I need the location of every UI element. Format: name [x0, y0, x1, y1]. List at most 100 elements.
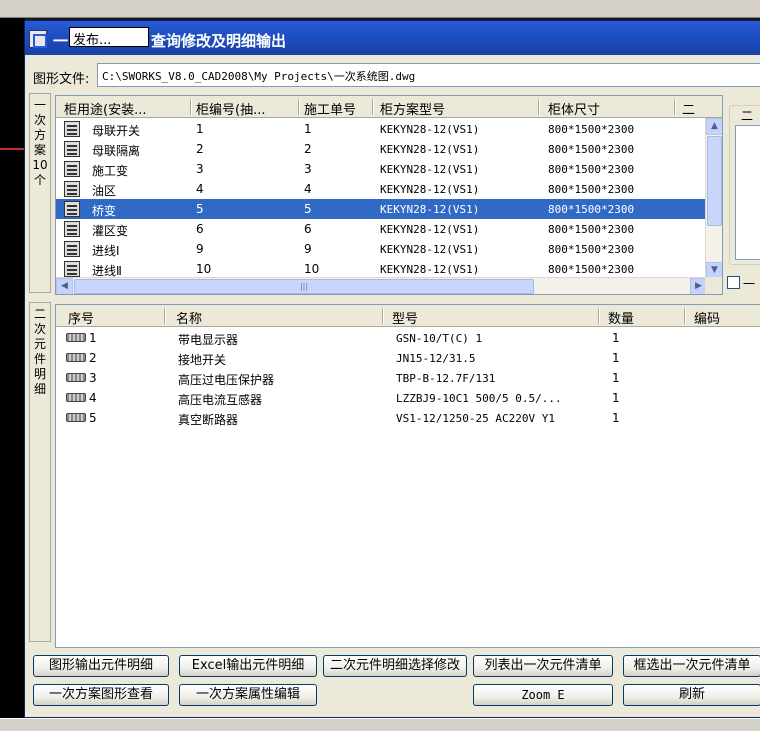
- dialog-title: 查询修改及明细输出: [151, 32, 287, 50]
- cell-model: KEKYN28-12(VS1): [380, 143, 480, 156]
- table-row[interactable]: 进线Ⅰ 9 9 KEKYN28-12(VS1) 800*1500*2300: [56, 239, 722, 259]
- cell-use: 油区: [92, 184, 117, 198]
- table-row[interactable]: 母联隔离 2 2 KEKYN28-12(VS1) 800*1500*2300: [56, 139, 722, 159]
- dialog-titlebar[interactable]: 一 发布... 查询修改及明细输出: [25, 21, 760, 55]
- table-row[interactable]: 进线Ⅱ 10 10 KEKYN28-12(VS1) 800*1500*2300: [56, 259, 722, 279]
- column-separator[interactable]: [684, 308, 686, 324]
- cabinet-list[interactable]: 柜用途(安装... 柜编号(抽... 施工单号 柜方案型号 柜体尺寸 二 母联开…: [55, 95, 723, 295]
- cabinet-icon: [64, 141, 80, 157]
- tab-char: 明: [33, 367, 46, 381]
- table-row[interactable]: 油区 4 4 KEKYN28-12(VS1) 800*1500*2300: [56, 179, 722, 199]
- list-item[interactable]: 1 带电显示器 GSN-10/T(C) 1 1: [56, 328, 760, 348]
- cell-no: 6: [196, 222, 204, 236]
- column-separator[interactable]: [190, 99, 192, 115]
- zoom-extents-button[interactable]: Zoom E: [473, 684, 613, 706]
- column-header[interactable]: 二: [682, 99, 702, 118]
- cell-model: KEKYN28-12(VS1): [380, 163, 480, 176]
- column-separator[interactable]: [382, 308, 384, 324]
- column-header[interactable]: 数量: [608, 308, 678, 327]
- view-primary-graphic-button[interactable]: 一次方案图形查看: [33, 684, 169, 706]
- right-group-field[interactable]: [735, 125, 760, 260]
- scroll-up-arrow-icon[interactable]: ▲: [706, 118, 722, 135]
- column-separator[interactable]: [164, 308, 166, 324]
- cad-drawing-area: [0, 18, 25, 731]
- tab-primary-schemes[interactable]: 一 次 方 案 10 个: [29, 93, 51, 293]
- column-separator[interactable]: [674, 99, 676, 115]
- column-separator[interactable]: [598, 308, 600, 324]
- file-path-field[interactable]: C:\SWORKS_V8.0_CAD2008\My Projects\一次系统图…: [97, 63, 760, 87]
- cell-use: 桥变: [92, 204, 117, 218]
- cell-order: 1: [304, 122, 312, 136]
- cell-use: 母联开关: [92, 124, 141, 138]
- component-list[interactable]: 序号 名称 型号 数量 编码 1 带电显示器 GSN-10/T(C) 1 1 2…: [55, 304, 760, 648]
- cell-model: JN15-12/31.5: [396, 352, 476, 365]
- cell-use: 进线Ⅰ: [92, 244, 120, 258]
- file-label: 图形文件:: [33, 72, 90, 87]
- secondary-edit-button[interactable]: 二次元件明细选择修改: [323, 655, 467, 677]
- tab-char: 10: [32, 158, 48, 172]
- excel-output-button[interactable]: Excel输出元件明细: [179, 655, 317, 677]
- list-primary-button[interactable]: 列表出一次元件清单: [473, 655, 613, 677]
- cad-red-line: [0, 148, 25, 150]
- column-header[interactable]: 名称: [176, 308, 376, 327]
- scroll-thumb[interactable]: |||: [74, 279, 534, 294]
- cell-qty: 1: [612, 371, 620, 385]
- table-row[interactable]: 灌区变 6 6 KEKYN28-12(VS1) 800*1500*2300: [56, 219, 722, 239]
- column-header[interactable]: 柜用途(安装...: [64, 99, 182, 118]
- publish-popup-tooltip[interactable]: 发布...: [69, 27, 149, 48]
- cell-model: KEKYN28-12(VS1): [380, 223, 480, 236]
- column-header[interactable]: 柜体尺寸: [548, 99, 668, 118]
- tab-char: 一: [33, 98, 46, 112]
- query-modify-dialog: 一 发布... 查询修改及明细输出 图形文件: C:\SWORKS_V8.0_C…: [24, 20, 760, 718]
- cabinet-icon: [64, 181, 80, 197]
- component-chip-icon: [66, 333, 86, 342]
- cell-name: 带电显示器: [178, 333, 239, 347]
- cell-seq: 1: [89, 331, 97, 345]
- refresh-button[interactable]: 刷新: [623, 684, 760, 706]
- column-separator[interactable]: [372, 99, 374, 115]
- tab-char: 细: [33, 382, 46, 396]
- right-checkbox[interactable]: [727, 276, 740, 289]
- column-header[interactable]: 柜编号(抽...: [196, 99, 292, 118]
- tab-char: 方: [33, 128, 46, 142]
- column-header[interactable]: 编码: [694, 308, 754, 327]
- cell-qty: 1: [612, 331, 620, 345]
- column-header[interactable]: 柜方案型号: [380, 99, 530, 118]
- scroll-corner: [705, 277, 722, 294]
- vertical-scrollbar[interactable]: ▲ ▼: [705, 118, 722, 279]
- cell-qty: 1: [612, 391, 620, 405]
- tab-char: 件: [33, 352, 46, 366]
- column-separator[interactable]: [538, 99, 540, 115]
- edit-primary-props-button[interactable]: 一次方案属性编辑: [179, 684, 317, 706]
- column-header[interactable]: 施工单号: [304, 99, 370, 118]
- column-header[interactable]: 型号: [392, 308, 592, 327]
- list-item[interactable]: 2 接地开关 JN15-12/31.5 1: [56, 348, 760, 368]
- cell-seq: 2: [89, 351, 97, 365]
- app-icon: [29, 30, 47, 48]
- list-item[interactable]: 4 高压电流互感器 LZZBJ9-10C1 500/5 0.5/... 1: [56, 388, 760, 408]
- tab-secondary-components[interactable]: 二 次 元 件 明 细: [29, 302, 51, 642]
- cell-no: 4: [196, 182, 204, 196]
- cell-seq: 4: [89, 391, 97, 405]
- cell-seq: 5: [89, 411, 97, 425]
- list-item[interactable]: 5 真空断路器 VS1-12/1250-25 AC220V Y1 1: [56, 408, 760, 428]
- column-separator[interactable]: [298, 99, 300, 115]
- scroll-thumb[interactable]: [707, 136, 722, 226]
- list-item[interactable]: 3 高压过电压保护器 TBP-B-12.7F/131 1: [56, 368, 760, 388]
- table-row-selected[interactable]: 桥变 5 5 KEKYN28-12(VS1) 800*1500*2300: [56, 199, 722, 219]
- cell-order: 2: [304, 142, 312, 156]
- cad-toolbar-background: [0, 0, 760, 18]
- table-row[interactable]: 施工变 3 3 KEKYN28-12(VS1) 800*1500*2300: [56, 159, 722, 179]
- cell-order: 9: [304, 242, 312, 256]
- cell-qty: 1: [612, 411, 620, 425]
- column-header[interactable]: 序号: [68, 308, 158, 327]
- table-row[interactable]: 母联开关 1 1 KEKYN28-12(VS1) 800*1500*2300: [56, 119, 722, 139]
- cell-size: 800*1500*2300: [548, 263, 635, 276]
- box-select-primary-button[interactable]: 框选出一次元件清单: [623, 655, 760, 677]
- horizontal-scrollbar[interactable]: ◀ ||| ▶: [56, 277, 707, 294]
- cell-size: 800*1500*2300: [548, 223, 635, 236]
- scroll-left-arrow-icon[interactable]: ◀: [56, 278, 73, 294]
- cell-model: KEKYN28-12(VS1): [380, 263, 480, 276]
- graphic-output-button[interactable]: 图形输出元件明细: [33, 655, 169, 677]
- cell-model: GSN-10/T(C) 1: [396, 332, 483, 345]
